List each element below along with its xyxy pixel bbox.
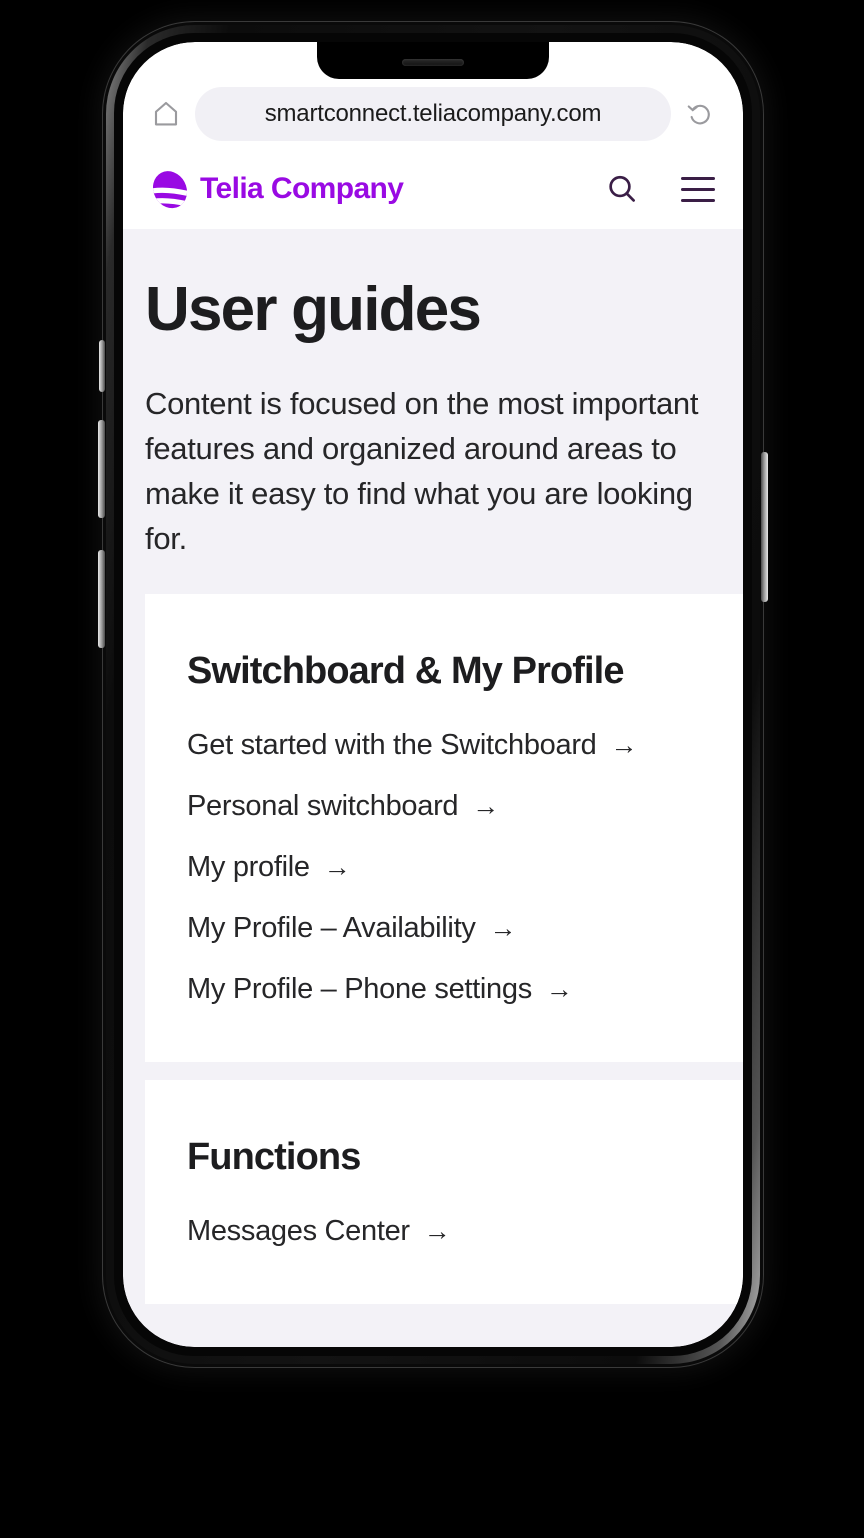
- guide-link[interactable]: My profile →: [187, 850, 351, 884]
- guide-section-card: Switchboard & My Profile Get started wit…: [145, 593, 743, 1062]
- phone-notch: [317, 42, 549, 79]
- url-text: smartconnect.teliacompany.com: [264, 100, 602, 127]
- url-input[interactable]: smartconnect.teliacompany.com: [195, 87, 671, 141]
- guide-link-list: Get started with the Switchboard → Perso…: [187, 729, 713, 1006]
- arrow-right-icon: →: [472, 790, 499, 821]
- telia-logo-icon: [149, 168, 191, 210]
- brand-logo-link[interactable]: Telia Company: [149, 168, 404, 210]
- guide-link-label: Messages Center: [187, 1214, 410, 1247]
- guide-link-label: My profile: [187, 850, 310, 883]
- phone-screen: smartconnect.teliacompany.com Telia Comp…: [123, 42, 743, 1347]
- menu-bar-1: [681, 176, 715, 180]
- guide-link-label: My Profile – Availability: [187, 911, 476, 944]
- earpiece-speaker-icon: [402, 59, 464, 66]
- guide-link[interactable]: Messages Center →: [187, 1214, 451, 1248]
- page-intro-text: Content is focused on the most important…: [145, 385, 699, 557]
- home-icon[interactable]: [151, 99, 181, 129]
- browser-address-bar: smartconnect.teliacompany.com: [123, 79, 743, 149]
- volume-up-button[interactable]: [98, 420, 105, 518]
- header-actions: [605, 172, 715, 206]
- reload-icon[interactable]: [685, 99, 715, 129]
- guide-link-list: Messages Center →: [187, 1215, 713, 1248]
- phone-bezel: smartconnect.teliacompany.com Telia Comp…: [123, 42, 743, 1347]
- guide-link-label: Personal switchboard: [187, 789, 459, 822]
- guide-link[interactable]: Get started with the Switchboard →: [187, 729, 637, 762]
- hamburger-menu-icon[interactable]: [681, 176, 715, 202]
- section-title: Functions: [187, 1135, 361, 1178]
- page-title: User guides: [145, 275, 482, 344]
- guide-link[interactable]: My Profile – Phone settings →: [187, 973, 573, 1006]
- list-item: My Profile – Availability →: [187, 912, 713, 945]
- volume-down-button[interactable]: [98, 550, 105, 648]
- brand-name: Telia Company: [200, 172, 404, 205]
- silent-switch-button[interactable]: [99, 340, 105, 392]
- section-title: Switchboard & My Profile: [187, 649, 624, 692]
- guide-link-label: Get started with the Switchboard: [187, 728, 597, 761]
- phone-device-mockup: smartconnect.teliacompany.com Telia Comp…: [98, 22, 768, 1367]
- list-item: My Profile – Phone settings →: [187, 973, 713, 1006]
- hero-section: User guides Content is focused on the mo…: [123, 229, 743, 562]
- guide-link[interactable]: My Profile – Availability →: [187, 911, 517, 945]
- arrow-right-icon: →: [423, 1215, 451, 1246]
- arrow-right-icon: →: [545, 973, 573, 1004]
- site-header: Telia Company: [123, 149, 743, 229]
- screenshot-stage: smartconnect.teliacompany.com Telia Comp…: [0, 0, 864, 1538]
- power-button[interactable]: [761, 452, 768, 602]
- list-item: My profile →: [187, 851, 713, 884]
- arrow-right-icon: →: [489, 912, 517, 943]
- list-item: Messages Center →: [187, 1215, 713, 1248]
- menu-bar-3: [681, 198, 715, 202]
- menu-bar-2: [681, 187, 715, 191]
- list-item: Personal switchboard →: [187, 790, 713, 823]
- guide-link-label: My Profile – Phone settings: [187, 972, 532, 1005]
- guide-link[interactable]: Personal switchboard →: [187, 790, 499, 823]
- list-item: Get started with the Switchboard →: [187, 729, 713, 762]
- page-content: User guides Content is focused on the mo…: [123, 229, 743, 1347]
- arrow-right-icon: →: [323, 851, 351, 882]
- guide-section-card: Functions Messages Center →: [145, 1079, 743, 1304]
- search-icon[interactable]: [605, 172, 639, 206]
- arrow-right-icon: →: [610, 729, 638, 760]
